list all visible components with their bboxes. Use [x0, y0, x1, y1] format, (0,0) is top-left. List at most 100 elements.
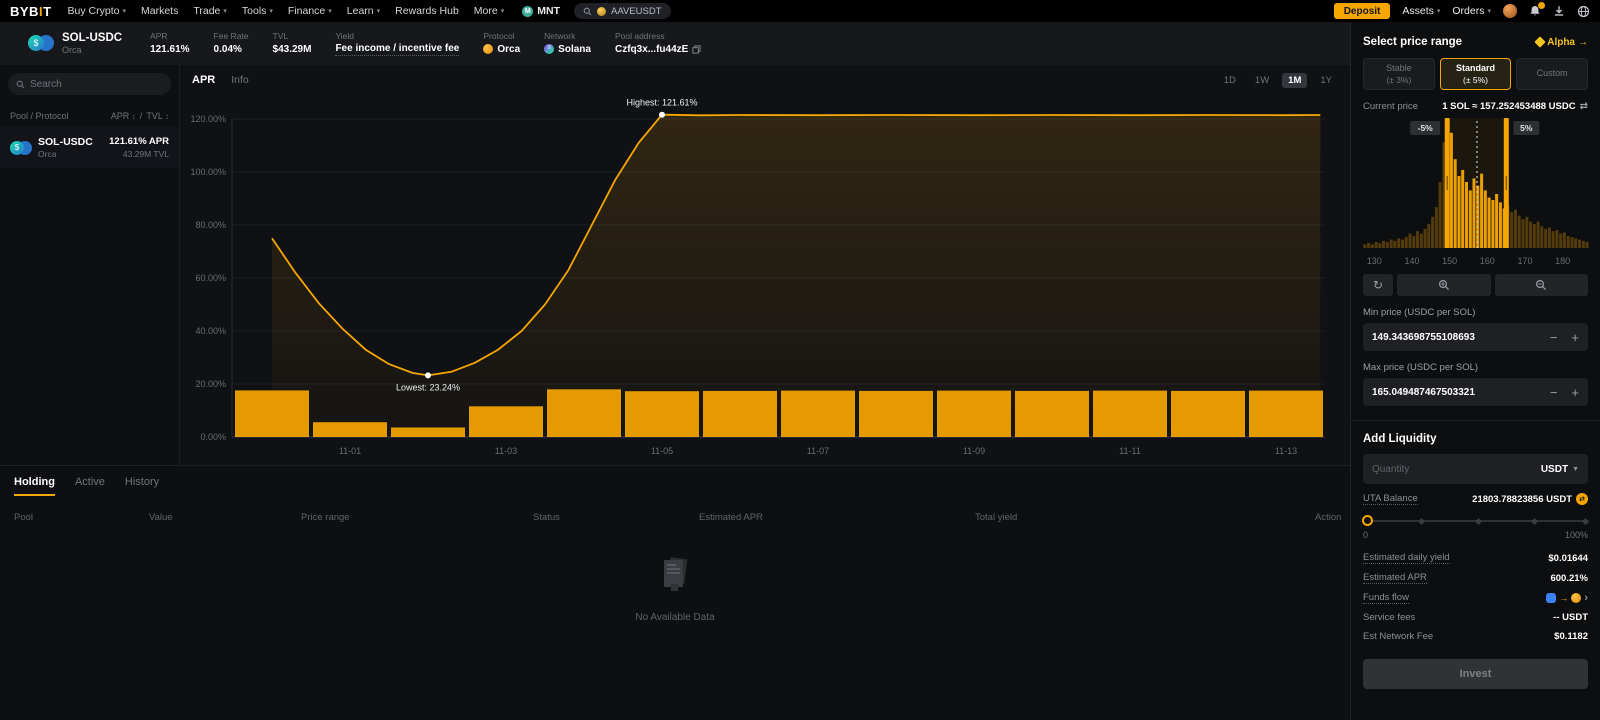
range-option-standard[interactable]: Standard(± 5%)	[1440, 58, 1512, 90]
pool-search[interactable]	[8, 73, 171, 95]
nav-item-buy-crypto[interactable]: Buy Crypto▾	[68, 5, 126, 17]
chevron-down-icon: ▾	[1437, 7, 1441, 15]
nav-item-finance[interactable]: Finance▾	[288, 5, 332, 17]
zoom-in-button[interactable]	[1397, 274, 1491, 296]
svg-text:130: 130	[1367, 256, 1382, 266]
pool-search-input[interactable]	[30, 79, 150, 90]
column-action: Action	[1315, 512, 1341, 523]
stat-yield: Yield Fee income / incentive fee	[335, 31, 459, 56]
sol-usdc-pair-icon: $	[28, 35, 54, 51]
nav-item-learn[interactable]: Learn▾	[347, 5, 380, 17]
svg-text:80.00%: 80.00%	[195, 220, 226, 230]
yield-type[interactable]: Fee income / incentive fee	[335, 42, 459, 56]
row-protocol: Orca	[38, 149, 93, 159]
slider-knob[interactable]	[1362, 515, 1373, 526]
slider-step[interactable]	[1531, 517, 1538, 524]
range-1y[interactable]: 1Y	[1314, 73, 1338, 88]
svg-text:170: 170	[1517, 256, 1532, 266]
section-divider	[1351, 420, 1600, 421]
deposit-button[interactable]: Deposit	[1334, 3, 1391, 19]
annotation-label: Lowest: 23.24%	[396, 382, 460, 392]
mnt-token-badge[interactable]: M MNT	[522, 5, 560, 17]
logo-text: T	[43, 4, 51, 19]
svg-text:140: 140	[1404, 256, 1419, 266]
min-price-input[interactable]: 149.343698755108693 −+	[1363, 323, 1588, 351]
quantity-input[interactable]	[1372, 464, 1492, 475]
zoom-out-button[interactable]	[1495, 274, 1589, 296]
holdings-tab-active[interactable]: Active	[75, 476, 105, 496]
language-globe-icon[interactable]	[1577, 5, 1590, 18]
bybit-logo[interactable]: BYBIT	[10, 4, 52, 19]
empty-state-text: No Available Data	[0, 612, 1350, 623]
range-1d[interactable]: 1D	[1218, 73, 1242, 88]
increase-min-button[interactable]: +	[1571, 330, 1579, 345]
decrease-max-button[interactable]: −	[1550, 385, 1558, 400]
current-price-label: Current price	[1363, 101, 1418, 112]
nav-item-trade[interactable]: Trade▾	[193, 5, 227, 17]
detail-row-est-network-fee: Est Network Fee$0.1182	[1363, 627, 1588, 646]
range-1w[interactable]: 1W	[1249, 73, 1275, 88]
max-price-input[interactable]: 165.049487467503321 −+	[1363, 378, 1588, 406]
svg-text:60.00%: 60.00%	[195, 273, 226, 283]
sort-tvl[interactable]: TVL ↕	[146, 111, 169, 121]
range-1m[interactable]: 1M	[1282, 73, 1307, 88]
holdings-section: HoldingActiveHistory PoolValuePrice rang…	[0, 465, 1350, 720]
svg-text:11-07: 11-07	[807, 446, 829, 456]
holdings-tab-holding[interactable]: Holding	[14, 476, 55, 496]
pool-row-sol-usdc[interactable]: $ SOL-USDC Orca 121.61% APR 43.29M TVL	[0, 127, 179, 168]
notification-badge	[1538, 2, 1545, 9]
nav-item-rewards-hub[interactable]: Rewards Hub	[395, 5, 459, 17]
alpha-link[interactable]: Alpha →	[1536, 37, 1588, 48]
swap-icon[interactable]: ⇄	[1580, 101, 1588, 112]
slider-step[interactable]	[1474, 517, 1481, 524]
sort-apr[interactable]: APR ↕	[111, 111, 136, 121]
tab-apr[interactable]: APR	[192, 74, 215, 86]
detail-row-funds-flow: Funds flow→›	[1363, 588, 1588, 608]
current-price-value: 1 SOL ≈ 157.252453488 USDC	[1442, 101, 1575, 112]
column-value: Value	[149, 512, 301, 523]
sort-icon: ↕	[132, 112, 136, 121]
min-price-label: Min price (USDC per SOL)	[1363, 307, 1588, 318]
liquidity-histogram[interactable]: -5%5%130140150160170180	[1363, 118, 1589, 270]
chevron-right-icon[interactable]: ›	[1584, 592, 1588, 604]
holdings-tab-history[interactable]: History	[125, 476, 159, 496]
svg-text:11-13: 11-13	[1275, 446, 1297, 456]
nav-item-tools[interactable]: Tools▾	[242, 5, 273, 17]
no-data-icon	[652, 551, 698, 597]
currency-select[interactable]: USDT▼	[1541, 464, 1579, 475]
nav-item-markets[interactable]: Markets	[141, 5, 178, 17]
svg-text:100.00%: 100.00%	[190, 167, 226, 177]
tab-info[interactable]: Info	[231, 74, 249, 86]
invest-button[interactable]: Invest	[1363, 659, 1588, 689]
decrease-min-button[interactable]: −	[1550, 330, 1558, 345]
slider-step[interactable]	[1582, 517, 1589, 524]
download-app-icon[interactable]	[1553, 5, 1565, 17]
slider-step[interactable]	[1418, 517, 1425, 524]
notifications-bell-icon[interactable]	[1529, 5, 1541, 17]
max-price-label: Max price (USDC per SOL)	[1363, 362, 1588, 373]
arrow-right-icon: →	[1559, 593, 1568, 603]
svg-text:11-11: 11-11	[1119, 446, 1141, 456]
orders-menu[interactable]: Orders▾	[1452, 5, 1491, 17]
transfer-icon[interactable]: ⇄	[1576, 493, 1588, 505]
pool-pair-name: SOL-USDC	[62, 32, 122, 46]
arrow-right-icon: →	[1578, 37, 1588, 48]
alpha-icon	[1535, 36, 1546, 47]
global-search[interactable]: AAVEUSDT	[574, 3, 671, 19]
range-option-stable[interactable]: Stable(± 3%)	[1363, 58, 1435, 90]
copy-icon[interactable]	[692, 45, 701, 54]
range-option-custom[interactable]: Custom	[1516, 58, 1588, 90]
assets-menu[interactable]: Assets▾	[1402, 5, 1440, 17]
quantity-field[interactable]: USDT▼	[1363, 454, 1588, 484]
amount-slider[interactable]	[1363, 515, 1588, 527]
row-apr: 121.61% APR	[109, 136, 169, 148]
column-price-range: Price range	[301, 512, 533, 523]
avatar[interactable]	[1503, 4, 1517, 18]
nav-item-more[interactable]: More▾	[474, 5, 504, 17]
uta-balance-value: 21803.78823856 USDT	[1472, 494, 1572, 505]
reset-range-button[interactable]: ↻	[1363, 274, 1393, 296]
apr-line-chart[interactable]: 0.00%20.00%40.00%60.00%80.00%100.00%120.…	[180, 95, 1350, 465]
svg-text:-5%: -5%	[1418, 123, 1434, 133]
increase-max-button[interactable]: +	[1571, 385, 1579, 400]
annotation-dot	[425, 372, 431, 378]
